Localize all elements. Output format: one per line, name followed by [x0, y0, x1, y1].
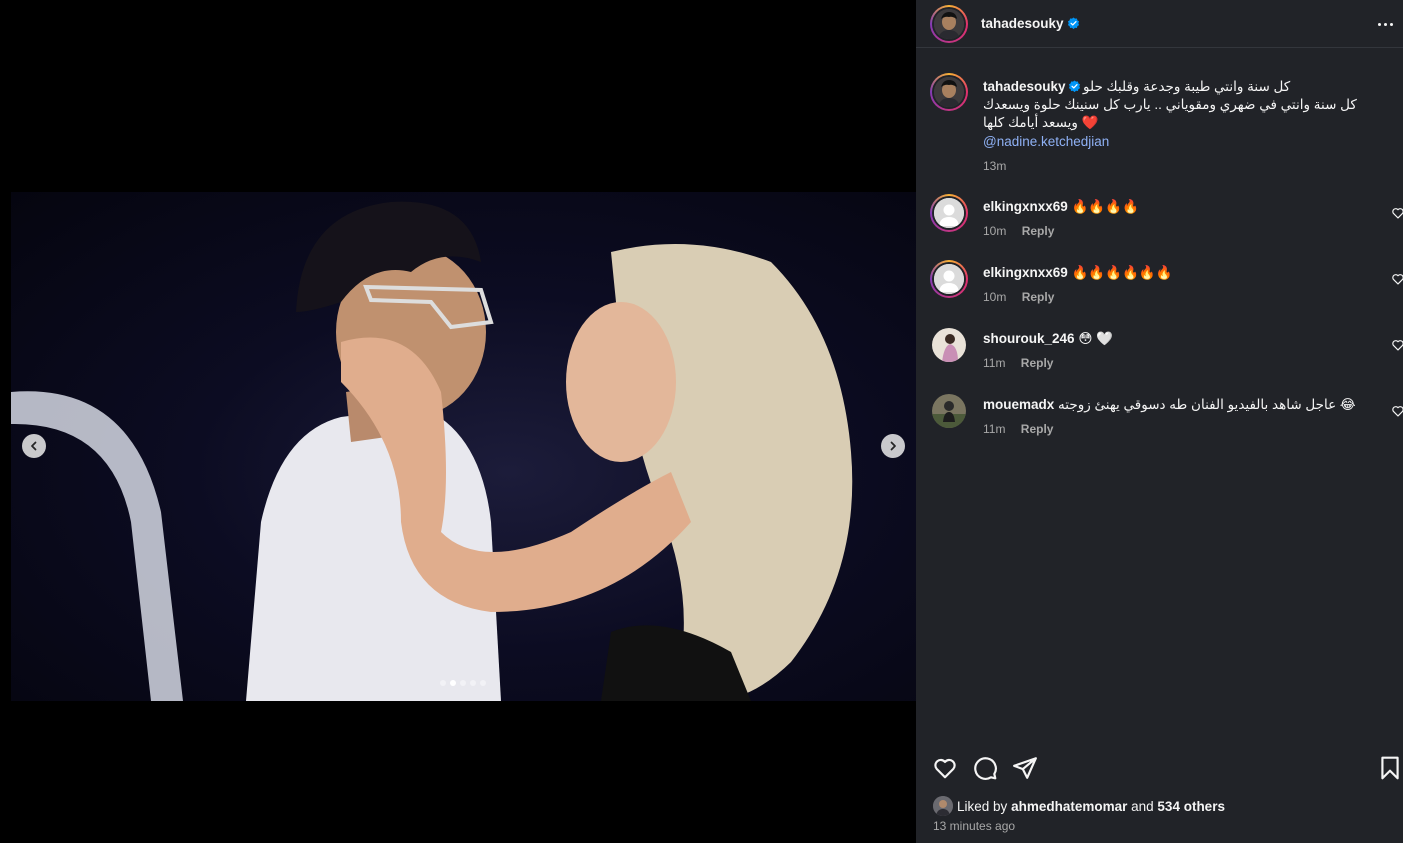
default-avatar-icon	[934, 198, 964, 228]
share-icon[interactable]	[1012, 755, 1038, 781]
author-avatar-image	[934, 9, 964, 39]
comment-meta: 10m Reply	[983, 290, 1054, 304]
comment-username[interactable]: elkingxnxx69	[983, 265, 1068, 280]
comment-username[interactable]: mouemadx	[983, 397, 1054, 412]
liker-avatar-image	[933, 796, 953, 816]
comment-text: 😂 عاجل شاهد بالفيديو الفنان طه دسوقي يهن…	[1058, 397, 1356, 412]
liker-avatar[interactable]	[933, 796, 953, 816]
more-options-icon[interactable]	[1375, 14, 1395, 34]
comment-item: elkingxnxx69 🔥🔥🔥🔥 10m Reply	[930, 194, 1403, 244]
author-name-row: tahadesouky	[981, 15, 1080, 33]
author-avatar[interactable]	[930, 5, 968, 43]
reply-button[interactable]: Reply	[1021, 422, 1054, 436]
caption-username[interactable]: tahadesouky	[983, 78, 1066, 96]
heart-icon[interactable]	[1391, 338, 1403, 352]
post-header: tahadesouky	[916, 0, 1403, 48]
next-slide-button[interactable]	[881, 434, 905, 458]
commenter-avatar-image	[932, 394, 966, 428]
comment-time[interactable]: 10m	[983, 290, 1006, 304]
author-username[interactable]: tahadesouky	[981, 16, 1064, 31]
carousel-dot	[470, 680, 476, 686]
likes-and: and	[1131, 798, 1154, 814]
comment-icon[interactable]	[972, 755, 998, 781]
comment-body: elkingxnxx69 🔥🔥🔥🔥🔥🔥	[983, 265, 1172, 281]
comment-body: shourouk_246 😳 🤍	[983, 331, 1113, 347]
post-action-bar	[916, 752, 1403, 782]
commenter-avatar[interactable]	[932, 328, 966, 362]
comments-section: tahadesouky كل سنة وانتي طيبة وجدعة وقلب…	[916, 49, 1403, 739]
commenter-avatar-image	[932, 328, 966, 362]
media-viewer	[0, 0, 916, 843]
heart-icon[interactable]	[1391, 404, 1403, 418]
comment-item: mouemadx 😂 عاجل شاهد بالفيديو الفنان طه …	[930, 392, 1403, 442]
commenter-avatar[interactable]	[930, 260, 968, 298]
caption-mention-link[interactable]: @nadine.ketchedjian	[983, 133, 1385, 151]
verified-badge-icon	[1067, 17, 1079, 30]
caption-author-avatar[interactable]	[930, 73, 968, 111]
caption-line-2: كل سنة وانتي في ضهري ومقوياني .. يارب كل…	[983, 97, 1357, 112]
reply-button[interactable]: Reply	[1022, 290, 1055, 304]
previous-slide-button[interactable]	[22, 434, 46, 458]
carousel-dot	[440, 680, 446, 686]
carousel-dot	[460, 680, 466, 686]
comment-time[interactable]: 10m	[983, 224, 1006, 238]
comment-username[interactable]: shourouk_246	[983, 331, 1075, 346]
heart-emoji: ❤️	[1081, 115, 1099, 130]
caption-text: tahadesouky كل سنة وانتي طيبة وجدعة وقلب…	[983, 78, 1385, 175]
commenter-avatar[interactable]	[930, 194, 968, 232]
comment-time[interactable]: 11m	[983, 422, 1005, 436]
post-photo[interactable]	[11, 192, 916, 701]
comment-body: mouemadx 😂 عاجل شاهد بالفيديو الفنان طه …	[983, 397, 1367, 413]
chevron-left-icon	[31, 441, 37, 451]
post-photo-illustration	[11, 201, 853, 701]
comment-meta: 11m Reply	[983, 356, 1053, 370]
caption-line-1: كل سنة وانتي طيبة وجدعة وقلبك حلو	[1083, 79, 1291, 94]
comment-time[interactable]: 11m	[983, 356, 1005, 370]
chevron-right-icon	[890, 441, 896, 451]
caption-line-3-row: ويسعد أيامك كلها ❤️	[983, 114, 1385, 132]
liker-username[interactable]: ahmedhatemomar	[1011, 799, 1127, 814]
comment-item: elkingxnxx69 🔥🔥🔥🔥🔥🔥 10m Reply	[930, 260, 1403, 310]
carousel-indicator	[440, 680, 486, 686]
default-avatar-icon	[934, 264, 964, 294]
caption-avatar-image	[934, 77, 964, 107]
caption-line-3: ويسعد أيامك كلها	[983, 115, 1078, 130]
reply-button[interactable]: Reply	[1022, 224, 1055, 238]
comment-text: 🔥🔥🔥🔥	[1071, 199, 1139, 214]
comment-body: elkingxnxx69 🔥🔥🔥🔥	[983, 199, 1139, 215]
heart-icon[interactable]	[1391, 272, 1403, 286]
caption-timestamp[interactable]: 13m	[983, 157, 1385, 175]
comment-username[interactable]: elkingxnxx69	[983, 199, 1068, 214]
heart-icon[interactable]	[932, 755, 958, 781]
post-timestamp[interactable]: 13 minutes ago	[933, 819, 1015, 833]
carousel-dot	[480, 680, 486, 686]
comment-item: shourouk_246 😳 🤍 11m Reply	[930, 326, 1403, 376]
comment-text: 😳 🤍	[1078, 331, 1113, 346]
reply-button[interactable]: Reply	[1021, 356, 1054, 370]
bookmark-icon[interactable]	[1377, 755, 1403, 781]
likes-others-count[interactable]: 534 others	[1157, 799, 1225, 814]
verified-badge-icon	[1068, 80, 1081, 93]
commenter-avatar[interactable]	[932, 394, 966, 428]
comment-meta: 10m Reply	[983, 224, 1054, 238]
likes-summary: Liked by ahmedhatemomar and 534 others	[933, 796, 1225, 816]
carousel-dot-active	[450, 680, 456, 686]
liked-by-prefix: Liked by	[957, 798, 1008, 814]
post-details-panel: tahadesouky tahadesouky كل سنة وانتي طيب…	[916, 0, 1403, 843]
comment-meta: 11m Reply	[983, 422, 1053, 436]
comment-text: 🔥🔥🔥🔥🔥🔥	[1071, 265, 1173, 280]
heart-icon[interactable]	[1391, 206, 1403, 220]
